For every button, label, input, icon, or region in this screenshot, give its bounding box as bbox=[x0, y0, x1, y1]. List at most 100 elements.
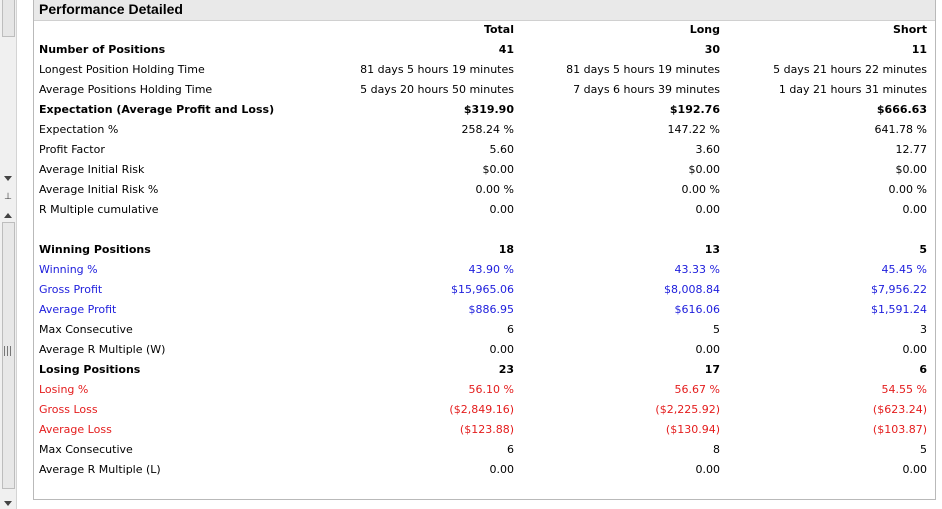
row-short-value: $0.00 bbox=[895, 163, 928, 176]
table-row: Max Consecutive 6 5 3 bbox=[34, 320, 935, 340]
row-long-value: $0.00 bbox=[688, 163, 721, 176]
table-row: Average Initial Risk % 0.00 % 0.00 % 0.00 % bbox=[34, 180, 935, 200]
row-short-value: $666.63 bbox=[876, 103, 927, 116]
row-total-value: 258.24 % bbox=[461, 123, 514, 136]
row-long-value: 147.22 % bbox=[667, 123, 720, 136]
row-long-value: 81 days 5 hours 19 minutes bbox=[566, 63, 720, 76]
row-label: Average Loss bbox=[39, 423, 112, 436]
table-row: Losing % 56.10 % 56.67 % 54.55 % bbox=[34, 380, 935, 400]
row-total-value: 81 days 5 hours 19 minutes bbox=[360, 63, 514, 76]
chevron-down-icon[interactable] bbox=[4, 176, 12, 181]
row-total-value: 0.00 bbox=[489, 463, 515, 476]
row-total-value: $886.95 bbox=[468, 303, 515, 316]
row-short-value: 12.77 bbox=[895, 143, 928, 156]
row-label: Profit Factor bbox=[39, 143, 105, 156]
row-short-value: $7,956.22 bbox=[871, 283, 927, 296]
row-long-value: $192.76 bbox=[669, 103, 720, 116]
row-short-value: 3 bbox=[920, 323, 927, 336]
row-total-value: 43.90 % bbox=[468, 263, 514, 276]
panel-header: Performance Detailed bbox=[34, 0, 935, 21]
table-row: R Multiple cumulative 0.00 0.00 0.00 bbox=[34, 200, 935, 220]
row-long-value: 56.67 % bbox=[674, 383, 720, 396]
row-short-value: 54.55 % bbox=[881, 383, 927, 396]
row-total-value: 0.00 bbox=[489, 343, 515, 356]
row-long-value: 7 days 6 hours 39 minutes bbox=[573, 83, 720, 96]
row-long-value: 3.60 bbox=[695, 143, 721, 156]
row-label: Longest Position Holding Time bbox=[39, 63, 205, 76]
pin-icon[interactable]: ⊥ bbox=[3, 192, 13, 202]
row-long-value: ($130.94) bbox=[665, 423, 720, 436]
table-row: Average Loss ($123.88) ($130.94) ($103.87) bbox=[34, 420, 935, 440]
table-row: Profit Factor 5.60 3.60 12.77 bbox=[34, 140, 935, 160]
row-long-value: 30 bbox=[704, 43, 720, 56]
bottom-gutter bbox=[33, 500, 942, 509]
row-label: Average Positions Holding Time bbox=[39, 83, 213, 96]
table-row: Average Profit $886.95 $616.06 $1,591.24 bbox=[34, 300, 935, 320]
row-short-value: 0.00 bbox=[902, 343, 928, 356]
row-short-value: 0.00 % bbox=[888, 183, 927, 196]
row-short-value: 11 bbox=[911, 43, 927, 56]
row-label: Average Profit bbox=[39, 303, 117, 316]
table-row: Expectation % 258.24 % 147.22 % 641.78 % bbox=[34, 120, 935, 140]
grip-icon[interactable] bbox=[4, 346, 12, 356]
table-row: Average R Multiple (W) 0.00 0.00 0.00 bbox=[34, 340, 935, 360]
row-long-value: 0.00 bbox=[695, 203, 721, 216]
row-label: Gross Loss bbox=[39, 403, 98, 416]
table-row: Max Consecutive 6 8 5 bbox=[34, 440, 935, 460]
row-total-value: 0.00 % bbox=[475, 183, 514, 196]
row-label: Losing % bbox=[39, 383, 89, 396]
row-total-value: 6 bbox=[507, 443, 514, 456]
row-label: Expectation (Average Profit and Loss) bbox=[39, 103, 275, 116]
row-long-value: $8,008.84 bbox=[664, 283, 720, 296]
row-label: Max Consecutive bbox=[39, 323, 133, 336]
table-row: Number of Positions 41 30 11 bbox=[34, 40, 935, 60]
row-short-value: 0.00 bbox=[902, 463, 928, 476]
row-total-value: 6 bbox=[507, 323, 514, 336]
row-short-value: ($103.87) bbox=[872, 423, 927, 436]
row-label: Average R Multiple (L) bbox=[39, 463, 161, 476]
app-root: ⊥ Performance Detailed Total Long Short … bbox=[0, 0, 942, 509]
row-label: Max Consecutive bbox=[39, 443, 133, 456]
row-long-value: 43.33 % bbox=[674, 263, 720, 276]
row-short-value: 1 day 21 hours 31 minutes bbox=[778, 83, 927, 96]
table-row: Losing Positions 23 17 6 bbox=[34, 360, 935, 380]
table-row: Average Initial Risk $0.00 $0.00 $0.00 bbox=[34, 160, 935, 180]
row-long-value: $616.06 bbox=[674, 303, 721, 316]
row-label: Average R Multiple (W) bbox=[39, 343, 166, 356]
row-total-value: ($2,849.16) bbox=[449, 403, 514, 416]
row-long-value: 0.00 bbox=[695, 343, 721, 356]
table-row: Longest Position Holding Time 81 days 5 h… bbox=[34, 60, 935, 80]
row-label: R Multiple cumulative bbox=[39, 203, 159, 216]
row-label: Winning Positions bbox=[39, 243, 151, 256]
row-long-value: ($2,225.92) bbox=[655, 403, 720, 416]
row-total-value: 5 days 20 hours 50 minutes bbox=[360, 83, 514, 96]
chevron-up-icon[interactable] bbox=[4, 213, 12, 218]
row-long-value: 0.00 bbox=[695, 463, 721, 476]
column-header-short: Short bbox=[893, 23, 927, 36]
row-long-value: 8 bbox=[713, 443, 720, 456]
row-short-value: ($623.24) bbox=[872, 403, 927, 416]
table-row: Winning Positions 18 13 5 bbox=[34, 240, 935, 260]
scrollbar-thumb-top[interactable] bbox=[2, 0, 15, 37]
row-total-value: 41 bbox=[498, 43, 514, 56]
table-row: Gross Profit $15,965.06 $8,008.84 $7,956.22 bbox=[34, 280, 935, 300]
table-row: Average Positions Holding Time 5 days 20 … bbox=[34, 80, 935, 100]
column-header-total: Total bbox=[483, 23, 514, 36]
row-long-value: 5 bbox=[713, 323, 720, 336]
table-row: Average R Multiple (L) 0.00 0.00 0.00 bbox=[34, 460, 935, 480]
row-short-value: 641.78 % bbox=[874, 123, 927, 136]
row-label: Losing Positions bbox=[39, 363, 141, 376]
splitter[interactable] bbox=[17, 0, 32, 509]
left-scrollbar[interactable]: ⊥ bbox=[0, 0, 17, 509]
row-long-value: 13 bbox=[704, 243, 720, 256]
row-short-value: 45.45 % bbox=[881, 263, 927, 276]
row-total-value: 0.00 bbox=[489, 203, 515, 216]
row-long-value: 0.00 % bbox=[681, 183, 720, 196]
row-short-value: 5 days 21 hours 22 minutes bbox=[773, 63, 927, 76]
row-total-value: ($123.88) bbox=[459, 423, 514, 436]
table-row: Expectation (Average Profit and Loss) $31… bbox=[34, 100, 935, 120]
row-total-value: $0.00 bbox=[482, 163, 515, 176]
table-row: Winning % 43.90 % 43.33 % 45.45 % bbox=[34, 260, 935, 280]
row-short-value: 6 bbox=[919, 363, 927, 376]
scroll-bottom-icon[interactable] bbox=[4, 501, 12, 506]
